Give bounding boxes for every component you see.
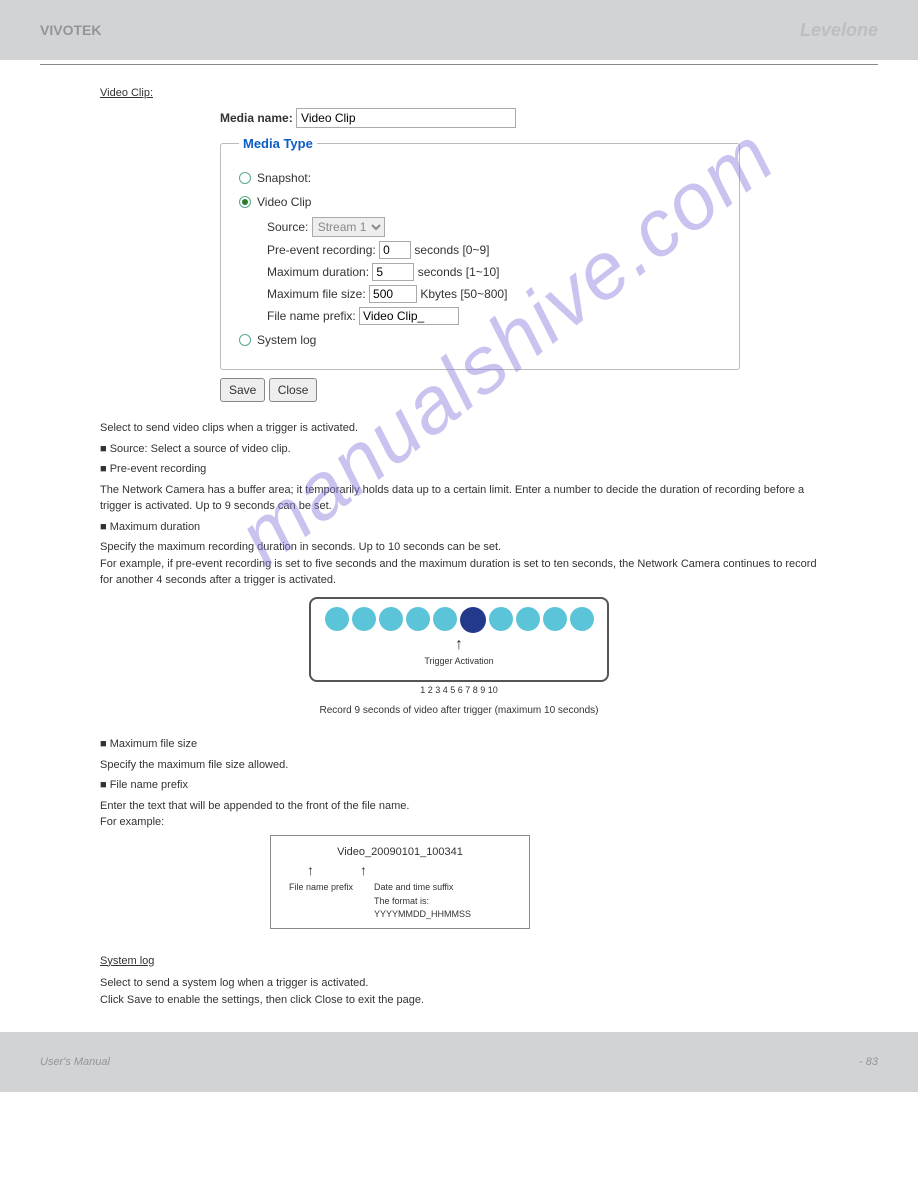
- radio-icon: [239, 334, 251, 346]
- description-block-3: System log Select to send a system log w…: [100, 953, 818, 1009]
- desc-maxdur-text: Specify the maximum recording duration i…: [100, 539, 818, 589]
- system-log-desc: Select to send a system log when a trigg…: [100, 975, 818, 1008]
- buffer-frame: [433, 607, 457, 631]
- buffer-frame: [352, 607, 376, 631]
- max-duration-label: Maximum duration:: [267, 265, 369, 279]
- section-title-system-log: System log: [100, 953, 818, 970]
- save-button[interactable]: Save: [220, 378, 265, 402]
- max-filesize-suffix: Kbytes [50~800]: [420, 287, 507, 301]
- desc-pre-text: The Network Camera has a buffer area; it…: [100, 482, 818, 515]
- desc-maxsize-text: Specify the maximum file size allowed.: [100, 757, 818, 774]
- buffer-frame: [516, 607, 540, 631]
- header-title: VIVOTEK: [40, 22, 101, 38]
- desc-prefix-text: Enter the text that will be appended to …: [100, 798, 818, 831]
- arrow-up-icon: ↑: [360, 860, 367, 881]
- header-logo: Levelone: [800, 20, 878, 41]
- buffer-circles: [321, 607, 597, 633]
- desc-pre-line: ■ Pre-event recording: [100, 461, 818, 478]
- filename-datetime-arrow-label: Date and time suffix The format is: YYYY…: [374, 881, 515, 922]
- media-type-fieldset: Media Type Snapshot: Video Clip Source: …: [220, 134, 740, 371]
- page-content: Video Clip: Media name: Media Type Snaps…: [0, 65, 918, 1032]
- button-row: Save Close: [220, 378, 740, 402]
- buffer-frame-trigger: [460, 607, 486, 633]
- radio-system-log[interactable]: System log: [239, 331, 721, 349]
- desc-source-line: ■ Source: Select a source of video clip.: [100, 441, 818, 458]
- max-filesize-label: Maximum file size:: [267, 287, 366, 301]
- section-title-video-clip: Video Clip:: [100, 85, 818, 102]
- source-select[interactable]: Stream 1: [312, 217, 385, 237]
- filename-prefix-label: File name prefix:: [267, 309, 356, 323]
- footer-bar: User's Manual - 83: [0, 1032, 918, 1092]
- arrow-up-icon: ↑: [307, 860, 314, 881]
- desc-prefix-line: ■ File name prefix: [100, 777, 818, 794]
- max-filesize-input[interactable]: [369, 285, 417, 303]
- radio-icon: [239, 172, 251, 184]
- source-label: Source:: [267, 220, 308, 234]
- buffer-frame: [379, 607, 403, 631]
- header-bar: VIVOTEK Levelone: [0, 0, 918, 60]
- pre-event-label: Pre-event recording:: [267, 243, 376, 257]
- desc-maxdur-line: ■ Maximum duration: [100, 519, 818, 536]
- buffer-frame: [570, 607, 594, 631]
- buffer-frame: [406, 607, 430, 631]
- filename-prefix-arrow-label: File name prefix: [289, 881, 362, 922]
- max-duration-suffix: seconds [1~10]: [418, 265, 500, 279]
- desc-maxsize-line: ■ Maximum file size: [100, 736, 818, 753]
- filename-example: Video_20090101_100341: [285, 844, 515, 861]
- buffer-frame: [543, 607, 567, 631]
- trigger-activation-label: Trigger Activation: [321, 655, 597, 669]
- max-duration-input[interactable]: [372, 263, 414, 281]
- desc-select-media: Select to send video clips when a trigge…: [100, 420, 818, 437]
- media-name-label: Media name:: [220, 111, 293, 125]
- buffer-frame: [489, 607, 513, 631]
- pre-event-input[interactable]: [379, 241, 411, 259]
- media-settings-panel: Media name: Media Type Snapshot: Video C…: [220, 108, 740, 403]
- radio-snapshot[interactable]: Snapshot:: [239, 169, 721, 187]
- buffer-frame: [325, 607, 349, 631]
- radio-system-log-label: System log: [257, 331, 316, 349]
- arrow-up-icon: ↑: [321, 633, 597, 657]
- radio-video-clip-label: Video Clip: [257, 193, 311, 211]
- video-clip-subfields: Source: Stream 1 Pre-event recording: se…: [267, 217, 721, 325]
- description-block: Select to send video clips when a trigge…: [100, 420, 818, 589]
- media-type-legend: Media Type: [239, 134, 317, 154]
- radio-video-clip[interactable]: Video Clip: [239, 193, 721, 211]
- radio-snapshot-label: Snapshot:: [257, 169, 311, 187]
- filename-arrows: ↑ ↑: [307, 860, 515, 881]
- filename-prefix-input[interactable]: [359, 307, 459, 325]
- radio-icon: [239, 196, 251, 208]
- media-name-row: Media name:: [220, 108, 740, 128]
- footer-manual-label: User's Manual: [40, 1056, 110, 1068]
- description-block-2: ■ Maximum file size Specify the maximum …: [100, 736, 818, 831]
- filename-example-box: Video_20090101_100341 ↑ ↑ File name pref…: [270, 835, 530, 929]
- pre-event-suffix: seconds [0~9]: [414, 243, 489, 257]
- media-name-input[interactable]: [296, 108, 516, 128]
- buffer-index-caption: 1 2 3 4 5 6 7 8 9 10: [100, 684, 818, 698]
- footer-page-number: - 83: [859, 1056, 878, 1068]
- close-button[interactable]: Close: [269, 378, 318, 402]
- buffer-window-desc: Record 9 seconds of video after trigger …: [100, 703, 818, 718]
- buffer-diagram: ↑ Trigger Activation: [309, 597, 609, 682]
- filename-arrow-labels: File name prefix Date and time suffix Th…: [289, 881, 515, 922]
